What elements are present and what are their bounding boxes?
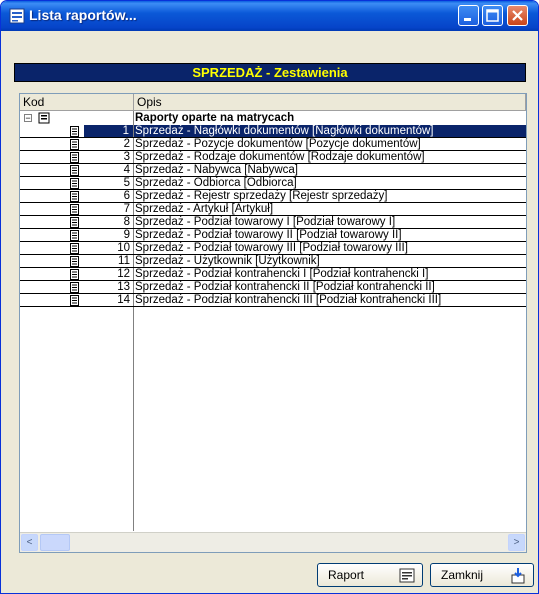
close-icon xyxy=(512,10,523,21)
column-header-kod[interactable]: Kod xyxy=(20,94,134,111)
table-row[interactable]: 11 Sprzedaż - Użytkownik [Użytkownik] xyxy=(20,255,526,268)
title-bar[interactable]: Lista raportów... xyxy=(1,1,538,31)
document-icon xyxy=(70,256,79,267)
table-row[interactable]: 12 Sprzedaż - Podział kontrahencki I [Pod… xyxy=(20,268,526,281)
window-title: Lista raportów... xyxy=(29,7,137,23)
horizontal-scrollbar[interactable]: < > xyxy=(20,532,526,552)
zamknij-button[interactable]: Zamknij xyxy=(430,563,534,587)
document-icon xyxy=(70,295,79,306)
table-row[interactable]: 14 Sprzedaż - Podział kontrahencki III [P… xyxy=(20,294,526,307)
table-row[interactable]: 7 Sprzedaż - Artykuł [Artykuł] xyxy=(20,203,526,216)
table-row[interactable]: 3 Sprzedaż - Rodzaje dokumentów [Rodzaje … xyxy=(20,151,526,164)
document-icon xyxy=(70,126,79,137)
table-row[interactable]: 6 Sprzedaż - Rejestr sprzedaży [Rejestr s… xyxy=(20,190,526,203)
group-row[interactable]: − Raporty oparte na matrycach xyxy=(20,112,526,125)
report-list[interactable]: Kod Opis − Raporty oparte na matrycach 1… xyxy=(19,93,527,553)
table-row[interactable]: 4 Sprzedaż - Nabywca [Nabywca] xyxy=(20,164,526,177)
scroll-thumb[interactable] xyxy=(40,534,70,551)
document-icon xyxy=(70,204,79,215)
document-icon xyxy=(70,165,79,176)
section-header-title: SPRZEDAŻ - Zestawienia xyxy=(192,65,348,80)
scroll-left-icon[interactable]: < xyxy=(21,534,38,551)
maximize-button[interactable] xyxy=(482,5,503,26)
document-icon xyxy=(70,230,79,241)
table-row[interactable]: 8 Sprzedaż - Podział towarowy I [Podział … xyxy=(20,216,526,229)
table-row[interactable]: 2 Sprzedaż - Pozycje dokumentów [Pozycje … xyxy=(20,138,526,151)
document-icon xyxy=(70,178,79,189)
raport-button-label: Raport xyxy=(328,568,365,582)
group-label: Raporty oparte na matrycach xyxy=(135,112,295,124)
table-row[interactable]: 13 Sprzedaż - Podział kontrahencki II [Po… xyxy=(20,281,526,294)
exit-icon xyxy=(511,568,525,584)
report-icon xyxy=(399,568,415,583)
table-row[interactable]: 9 Sprzedaż - Podział towarowy II [Podział… xyxy=(20,229,526,242)
document-icon xyxy=(70,269,79,280)
section-header: SPRZEDAŻ - Zestawienia xyxy=(14,63,526,82)
document-icon xyxy=(70,152,79,163)
folder-icon xyxy=(38,112,50,124)
table-row[interactable]: 1 Sprzedaż - Nagłówki dokumentów [Nagłówk… xyxy=(20,125,526,138)
report-list-window: Lista raportów... SPRZEDAŻ - Zestawienia… xyxy=(0,0,539,594)
document-icon xyxy=(70,243,79,254)
app-icon xyxy=(9,8,25,24)
zamknij-button-label: Zamknij xyxy=(441,568,484,582)
scroll-right-icon[interactable]: > xyxy=(508,534,525,551)
document-icon xyxy=(70,191,79,202)
minimize-button[interactable] xyxy=(458,5,479,26)
raport-button[interactable]: Raport xyxy=(317,563,423,587)
table-row[interactable]: 10 Sprzedaż - Podział towarowy III [Podzi… xyxy=(20,242,526,255)
document-icon xyxy=(70,217,79,228)
collapse-icon[interactable]: − xyxy=(24,114,32,123)
document-icon xyxy=(70,282,79,293)
column-header-opis[interactable]: Opis xyxy=(134,94,526,111)
maximize-icon xyxy=(486,9,499,22)
minimize-icon xyxy=(464,18,471,21)
document-icon xyxy=(70,139,79,150)
table-row[interactable]: 5 Sprzedaż - Odbiorca [Odbiorca] xyxy=(20,177,526,190)
close-button[interactable] xyxy=(507,5,528,26)
row-separator xyxy=(20,306,526,307)
